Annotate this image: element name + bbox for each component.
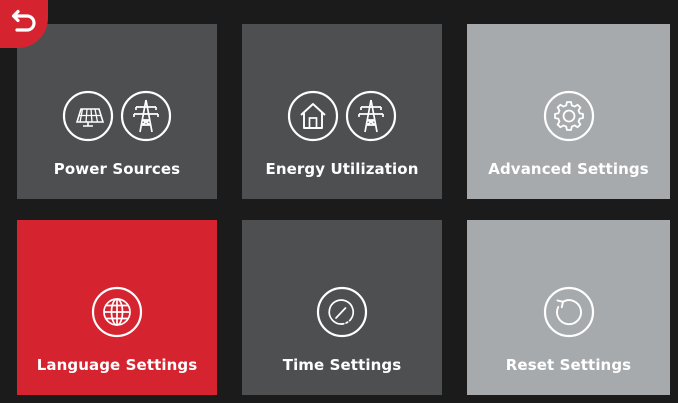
language-settings-icons xyxy=(91,282,143,342)
time-settings-icons xyxy=(316,282,368,342)
solar-panel-icon xyxy=(62,90,114,142)
globe-icon xyxy=(91,286,143,338)
clock-gauge-icon xyxy=(316,286,368,338)
language-settings-tile[interactable]: Language Settings xyxy=(17,220,217,395)
back-button-shape xyxy=(0,0,48,48)
time-settings-tile[interactable]: Time Settings xyxy=(242,220,442,395)
gear-icon xyxy=(543,90,594,142)
energy-utilization-tile[interactable]: Energy Utilization xyxy=(242,24,442,199)
reset-icon xyxy=(543,286,594,338)
reset-settings-tile[interactable]: Reset Settings xyxy=(467,220,670,395)
power-tower-icon xyxy=(345,90,397,142)
advanced-settings-tile[interactable]: Advanced Settings xyxy=(467,24,670,199)
power-sources-label: Power Sources xyxy=(53,160,181,178)
settings-screen: Power Sources Energy Utilization Advance… xyxy=(0,0,678,403)
home-icon xyxy=(287,90,339,142)
advanced-settings-label: Advanced Settings xyxy=(488,160,649,178)
power-sources-tile[interactable]: Power Sources xyxy=(17,24,217,199)
back-button[interactable] xyxy=(0,0,48,48)
energy-utilization-icons xyxy=(287,86,397,146)
power-tower-icon xyxy=(120,90,172,142)
reset-settings-icons xyxy=(543,282,595,342)
power-sources-icons xyxy=(62,86,172,146)
language-settings-label: Language Settings xyxy=(36,356,198,374)
advanced-settings-icons xyxy=(543,86,595,146)
energy-utilization-label: Energy Utilization xyxy=(265,160,419,178)
reset-settings-label: Reset Settings xyxy=(505,356,632,374)
time-settings-label: Time Settings xyxy=(282,356,402,374)
